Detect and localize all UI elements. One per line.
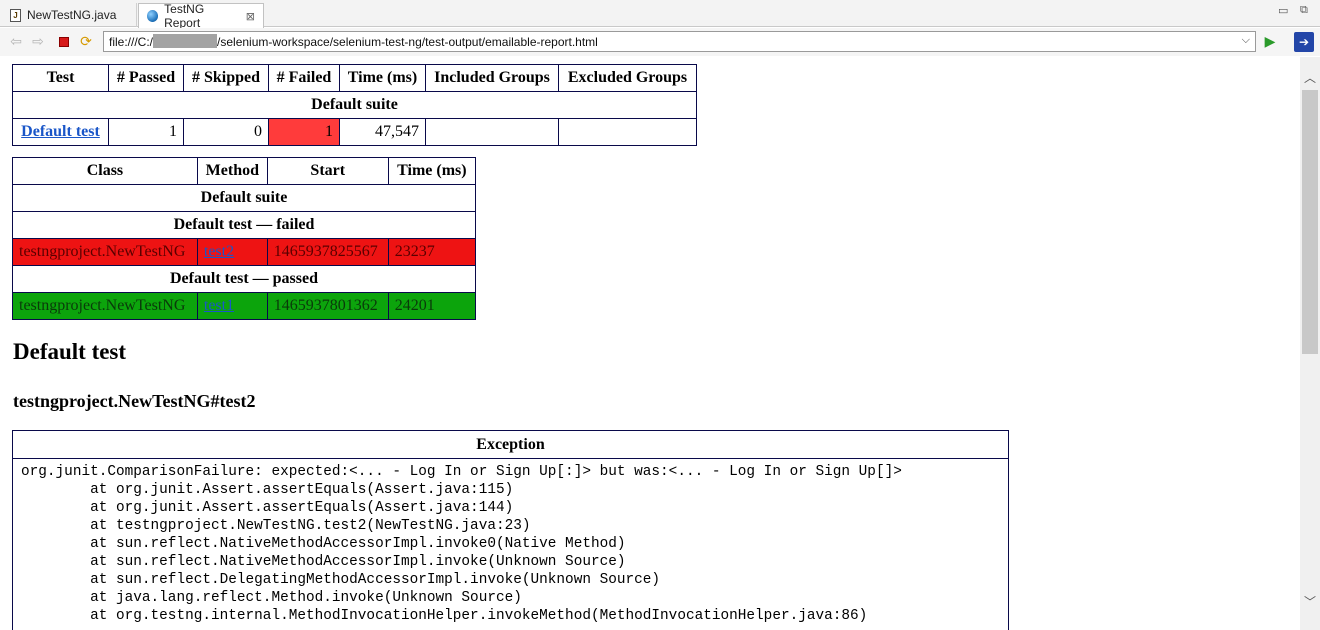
method-cell: test2 [196,238,268,266]
col-excluded-groups: Excluded Groups [558,64,697,92]
summary-table: Test # Passed # Skipped # Failed Time (m… [12,64,697,146]
table-row: Default test 1 0 1 47,547 [12,118,697,146]
method-title: testngproject.NewTestNG#test2 [13,391,256,411]
test2-link[interactable]: test2 [204,243,234,260]
redacted-username [153,34,218,48]
summary-header-row: Test # Passed # Skipped # Failed Time (m… [12,64,697,92]
col-test: Test [12,64,109,92]
scroll-up-icon[interactable]: ︿ [1304,69,1316,86]
globe-icon [147,10,159,22]
scroll-down-icon[interactable]: ﹀ [1304,593,1316,610]
stack-trace: org.junit.ComparisonFailure: expected:<.… [13,459,1008,629]
report-content: Test # Passed # Skipped # Failed Time (m… [0,57,1300,630]
methods-table: Class Method Start Time (ms) Default sui… [12,157,477,320]
col-time: Time (ms) [387,157,477,185]
stack-trace-line: at sun.reflect.NativeMethodAccessorImpl.… [21,554,626,570]
test1-link[interactable]: test1 [204,297,234,314]
col-method: Method [196,157,268,185]
col-failed: # Failed [268,64,340,92]
url-suffix: /selenium-workspace/selenium-test-ng/tes… [217,35,598,49]
stack-trace-line: at org.testng.internal.MethodInvocationH… [21,608,868,624]
suite-label: Default suite [12,91,697,119]
address-bar[interactable]: file:///C:/ /selenium-workspace/selenium-… [103,31,1256,52]
stack-trace-line: at org.junit.Assert.assertEquals(Assert.… [21,482,514,498]
failed-group-row: Default test — failed [12,211,476,239]
class-cell: testngproject.NewTestNG [12,238,198,266]
suite-label: Default suite [12,184,476,212]
default-test-link[interactable]: Default test [21,123,100,140]
back-icon[interactable]: ⇦ [8,34,24,50]
restore-icon[interactable]: ⧉ [1300,4,1308,17]
java-file-icon: J [10,8,21,22]
passed-cell: 1 [108,118,184,146]
time-cell: 47,547 [339,118,426,146]
passed-group-label: Default test — passed [12,265,476,293]
start-cell: 1465937801362 [266,292,389,320]
excluded-groups-cell [558,118,697,146]
method-cell: test1 [196,292,268,320]
exception-header: Exception [13,431,1008,459]
stack-trace-line: at sun.reflect.NativeMethodAccessorImpl.… [21,536,626,552]
tab-label: NewTestNG.java [27,8,117,22]
stack-trace-line: at sun.reflect.DelegatingMethodAccessorI… [21,572,661,588]
section-title: Default test [13,339,127,364]
go-icon[interactable]: ▶ [1262,34,1278,50]
suite-row: Default suite [12,184,476,212]
stack-trace-line: at org.junit.Assert.assertEquals(Assert.… [21,500,514,516]
start-cell: 1465937825567 [266,238,389,266]
refresh-icon[interactable]: ⟳ [78,34,94,50]
stack-trace-line: at java.lang.reflect.Method.invoke(Unkno… [21,590,522,606]
tab-testng-report[interactable]: TestNG Report ⊠ [138,2,264,30]
failed-cell: 1 [268,118,340,146]
included-groups-cell [425,118,559,146]
vertical-scrollbar[interactable]: ︿ ﹀ [1300,57,1320,630]
time-cell: 23237 [387,238,477,266]
close-tab-icon[interactable]: ⊠ [246,10,255,23]
table-row: testngproject.NewTestNG test2 1465937825… [12,238,477,266]
col-class: Class [12,157,198,185]
editor-tab-bar: J NewTestNG.java TestNG Report ⊠ ▭ ⧉ [0,0,1320,30]
col-time: Time (ms) [339,64,426,92]
methods-header-row: Class Method Start Time (ms) [12,157,477,185]
url-prefix: file:///C:/ [109,35,154,49]
chevron-down-icon[interactable]: ⌵ [1242,34,1250,47]
col-passed: # Passed [108,64,184,92]
col-skipped: # Skipped [183,64,269,92]
external-browser-icon[interactable]: ➔ [1294,32,1314,52]
skipped-cell: 0 [183,118,269,146]
failed-group-label: Default test — failed [12,211,476,239]
table-row: testngproject.NewTestNG test1 1465937801… [12,292,477,320]
stack-trace-line: at testngproject.NewTestNG.test2(NewTest… [21,518,531,534]
suite-row: Default suite [12,91,697,119]
forward-icon[interactable]: ⇨ [30,34,46,50]
time-cell: 24201 [387,292,477,320]
exception-panel: Exception org.junit.ComparisonFailure: e… [12,430,1009,630]
passed-group-row: Default test — passed [12,265,476,293]
tab-label: TestNG Report [164,2,205,30]
minimize-icon[interactable]: ▭ [1278,4,1288,17]
test-cell: Default test [12,118,109,146]
class-cell: testngproject.NewTestNG [12,292,198,320]
stack-trace-line: org.junit.ComparisonFailure: expected:<.… [21,464,902,480]
stop-icon[interactable] [56,34,72,50]
col-included-groups: Included Groups [425,64,559,92]
col-start: Start [266,157,389,185]
scrollbar-thumb[interactable] [1302,90,1318,354]
tab-newtestng-java[interactable]: J NewTestNG.java [2,3,137,27]
